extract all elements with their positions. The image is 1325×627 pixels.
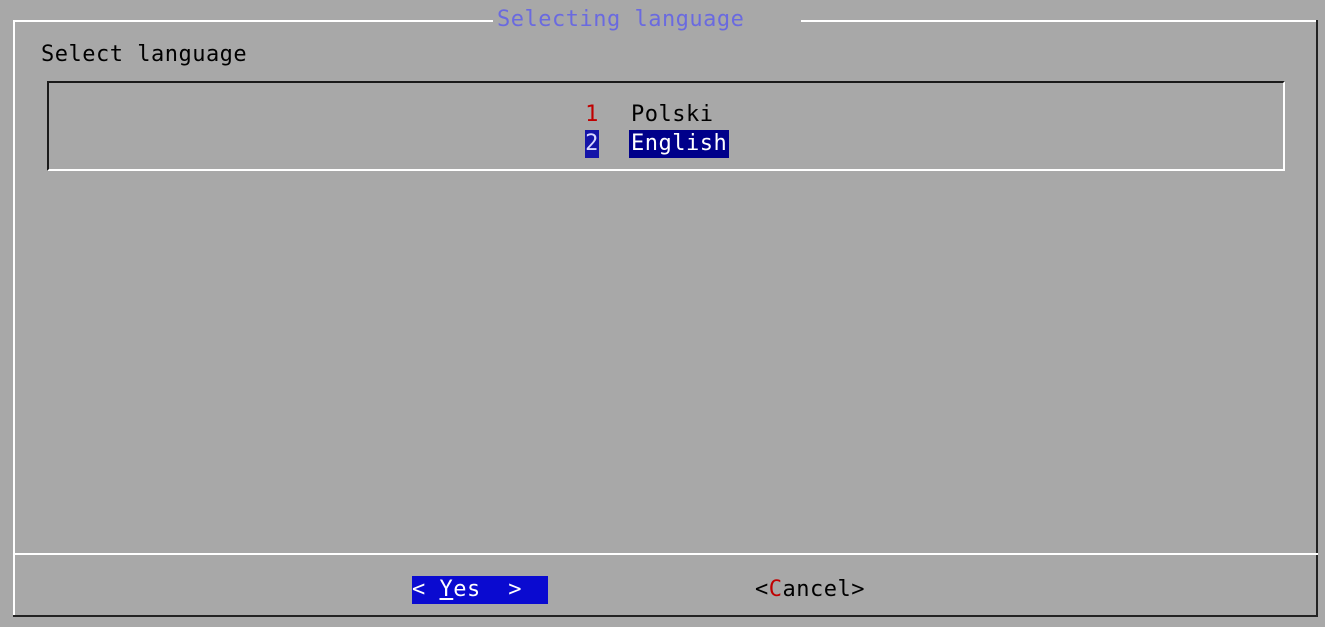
yes-button-right-bracket: > bbox=[480, 577, 522, 602]
cancel-button-left-bracket: < bbox=[755, 577, 769, 602]
yes-button[interactable]: < Yes > bbox=[412, 576, 548, 604]
cancel-button[interactable]: <Cancel> bbox=[755, 576, 865, 604]
list-item-tag: 1 bbox=[585, 102, 599, 127]
dialog-border-top-right bbox=[801, 20, 1318, 22]
list-item-polski[interactable]: 1 Polski bbox=[585, 101, 715, 129]
list-item-label: Polski bbox=[631, 102, 714, 127]
dialog-border-top-left bbox=[13, 20, 493, 22]
dialog-border-right bbox=[1316, 20, 1318, 617]
list-item-english[interactable]: 2 English bbox=[585, 130, 730, 158]
dialog-border-bottom bbox=[13, 615, 1318, 617]
yes-button-label: es bbox=[453, 577, 481, 602]
list-item-tag: 2 bbox=[585, 130, 599, 158]
language-list: 1 Polski 2 English bbox=[47, 81, 1285, 171]
dialog-title: Selecting language bbox=[497, 7, 745, 32]
cancel-button-hotkey: C bbox=[768, 577, 783, 602]
list-item-label: English bbox=[629, 130, 730, 158]
button-separator bbox=[13, 553, 1318, 555]
cancel-button-right-bracket: > bbox=[851, 577, 865, 602]
dialog-prompt: Select language bbox=[41, 42, 248, 67]
cancel-button-label: ancel bbox=[782, 577, 852, 602]
dialog-border-left bbox=[13, 20, 15, 617]
yes-button-left-bracket: < bbox=[412, 577, 440, 602]
language-dialog: Selecting language Select language 1 Pols… bbox=[13, 9, 1318, 617]
yes-button-hotkey: Y bbox=[439, 577, 454, 602]
